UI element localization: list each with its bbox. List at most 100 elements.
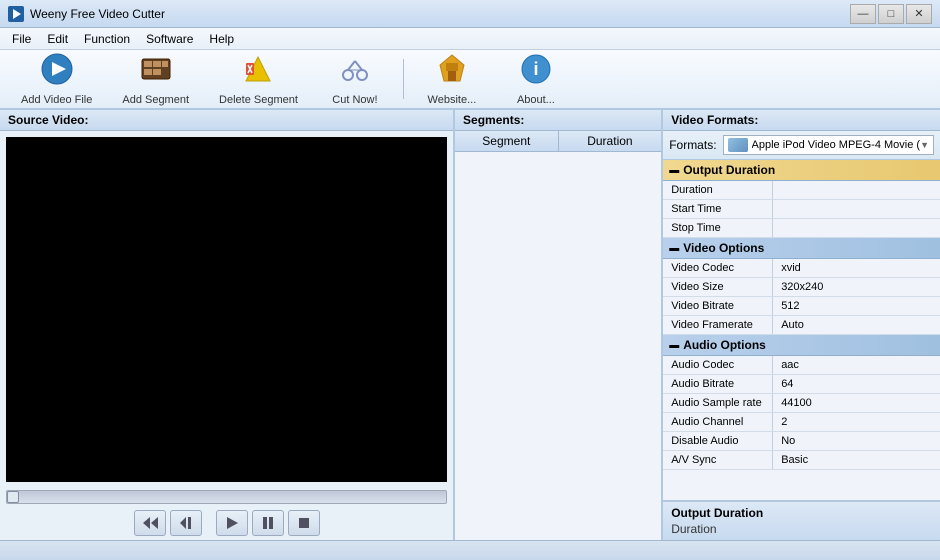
- audio-options-title: Audio Options: [683, 338, 766, 352]
- segments-table: Segment Duration: [455, 131, 661, 540]
- audio-options-section-header: ▬ Audio Options: [663, 335, 940, 356]
- dropdown-arrow-icon: ▼: [920, 140, 929, 150]
- toolbar-separator: [403, 59, 404, 99]
- menu-software[interactable]: Software: [138, 30, 201, 48]
- menu-edit[interactable]: Edit: [39, 30, 76, 48]
- website-button[interactable]: Website...: [412, 48, 492, 111]
- format-dropdown[interactable]: Apple iPod Video MPEG-4 Movie ( ▼: [723, 135, 934, 155]
- svg-text:i: i: [533, 59, 538, 79]
- status-bar: [0, 540, 940, 560]
- prop-value-disable-audio[interactable]: No: [773, 432, 940, 450]
- cut-icon: [339, 53, 371, 92]
- cut-now-label: Cut Now!: [332, 94, 377, 106]
- title-bar: Weeny Free Video Cutter — □ ✕: [0, 0, 940, 28]
- prop-value-duration[interactable]: [773, 181, 940, 199]
- segments-panel: Segments: Segment Duration: [455, 110, 663, 540]
- app-icon: [8, 6, 24, 22]
- output-duration-bottom-panel: Output Duration Duration: [663, 500, 940, 540]
- prop-value-start-time[interactable]: [773, 200, 940, 218]
- rewind-button[interactable]: [134, 510, 166, 536]
- pause-button[interactable]: [252, 510, 284, 536]
- prop-name-stop-time: Stop Time: [663, 219, 773, 237]
- seek-thumb[interactable]: [7, 491, 19, 503]
- prop-value-video-bitrate[interactable]: 512: [773, 297, 940, 315]
- window-controls: — □ ✕: [850, 4, 932, 24]
- prop-row-audio-sample-rate: Audio Sample rate 44100: [663, 394, 940, 413]
- stop-button[interactable]: [288, 510, 320, 536]
- audio-collapse-icon: ▬: [669, 340, 679, 351]
- prop-value-video-codec[interactable]: xvid: [773, 259, 940, 277]
- prop-value-video-framerate[interactable]: Auto: [773, 316, 940, 334]
- output-duration-bottom-value: Duration: [671, 522, 932, 536]
- prop-name-video-framerate: Video Framerate: [663, 316, 773, 334]
- menu-function[interactable]: Function: [76, 30, 138, 48]
- play-button[interactable]: [216, 510, 248, 536]
- add-video-icon: [41, 53, 73, 92]
- toolbar: Add Video File Add Segment Delete Segmen…: [0, 50, 940, 110]
- prop-name-audio-channel: Audio Channel: [663, 413, 773, 431]
- prop-name-audio-codec: Audio Codec: [663, 356, 773, 374]
- source-video-panel: Source Video:: [0, 110, 455, 540]
- close-button[interactable]: ✕: [906, 4, 932, 24]
- prop-value-audio-bitrate[interactable]: 64: [773, 375, 940, 393]
- about-icon: i: [520, 53, 552, 92]
- prop-row-video-codec: Video Codec xvid: [663, 259, 940, 278]
- prop-row-audio-bitrate: Audio Bitrate 64: [663, 375, 940, 394]
- add-segment-label: Add Segment: [122, 94, 189, 106]
- prop-value-audio-sample-rate[interactable]: 44100: [773, 394, 940, 412]
- seek-bar[interactable]: [6, 490, 447, 504]
- video-formats-header: Video Formats:: [663, 110, 940, 131]
- prop-name-audio-bitrate: Audio Bitrate: [663, 375, 773, 393]
- prop-row-stop-time: Stop Time: [663, 219, 940, 238]
- prop-value-audio-channel[interactable]: 2: [773, 413, 940, 431]
- delete-segment-button[interactable]: Delete Segment: [206, 48, 311, 111]
- prop-value-video-size[interactable]: 320x240: [773, 278, 940, 296]
- add-video-file-label: Add Video File: [21, 94, 92, 106]
- segment-col-header: Segment: [455, 131, 559, 151]
- main-content: Source Video:: [0, 110, 940, 540]
- prop-value-av-sync[interactable]: Basic: [773, 451, 940, 469]
- player-controls: [0, 506, 453, 540]
- minimize-button[interactable]: —: [850, 4, 876, 24]
- app-title: Weeny Free Video Cutter: [30, 7, 850, 21]
- prop-value-stop-time[interactable]: [773, 219, 940, 237]
- prop-name-video-codec: Video Codec: [663, 259, 773, 277]
- prop-row-av-sync: A/V Sync Basic: [663, 451, 940, 470]
- add-video-file-button[interactable]: Add Video File: [8, 48, 105, 111]
- delete-segment-icon: [242, 53, 274, 92]
- segments-header: Segments:: [455, 110, 661, 131]
- prop-name-video-bitrate: Video Bitrate: [663, 297, 773, 315]
- about-button[interactable]: i About...: [496, 48, 576, 111]
- video-options-title: Video Options: [683, 241, 764, 255]
- video-display: [6, 137, 447, 482]
- prev-frame-button[interactable]: [170, 510, 202, 536]
- prop-name-video-size: Video Size: [663, 278, 773, 296]
- video-options-section-header: ▬ Video Options: [663, 238, 940, 259]
- source-video-header: Source Video:: [0, 110, 453, 131]
- add-segment-button[interactable]: Add Segment: [109, 48, 202, 111]
- menu-file[interactable]: File: [4, 30, 39, 48]
- video-formats-panel: Video Formats: Formats: Apple iPod Video…: [663, 110, 940, 540]
- prop-row-audio-channel: Audio Channel 2: [663, 413, 940, 432]
- delete-segment-label: Delete Segment: [219, 94, 298, 106]
- menu-help[interactable]: Help: [201, 30, 242, 48]
- prop-name-disable-audio: Disable Audio: [663, 432, 773, 450]
- output-duration-bottom-title: Output Duration: [671, 506, 932, 520]
- prop-row-video-framerate: Video Framerate Auto: [663, 316, 940, 335]
- prop-row-video-bitrate: Video Bitrate 512: [663, 297, 940, 316]
- prop-name-start-time: Start Time: [663, 200, 773, 218]
- cut-now-button[interactable]: Cut Now!: [315, 48, 395, 111]
- prop-row-start-time: Start Time: [663, 200, 940, 219]
- format-selector: Formats: Apple iPod Video MPEG-4 Movie (…: [663, 131, 940, 160]
- prop-row-video-size: Video Size 320x240: [663, 278, 940, 297]
- format-label: Formats:: [669, 138, 716, 152]
- properties-container: ▬ Output Duration Duration Start Time St…: [663, 160, 940, 500]
- website-icon: [436, 53, 468, 92]
- video-collapse-icon: ▬: [669, 243, 679, 254]
- prop-value-audio-codec[interactable]: aac: [773, 356, 940, 374]
- seek-bar-container: [0, 488, 453, 506]
- maximize-button[interactable]: □: [878, 4, 904, 24]
- output-duration-section-header: ▬ Output Duration: [663, 160, 940, 181]
- about-label: About...: [517, 94, 555, 106]
- duration-col-header: Duration: [559, 131, 662, 151]
